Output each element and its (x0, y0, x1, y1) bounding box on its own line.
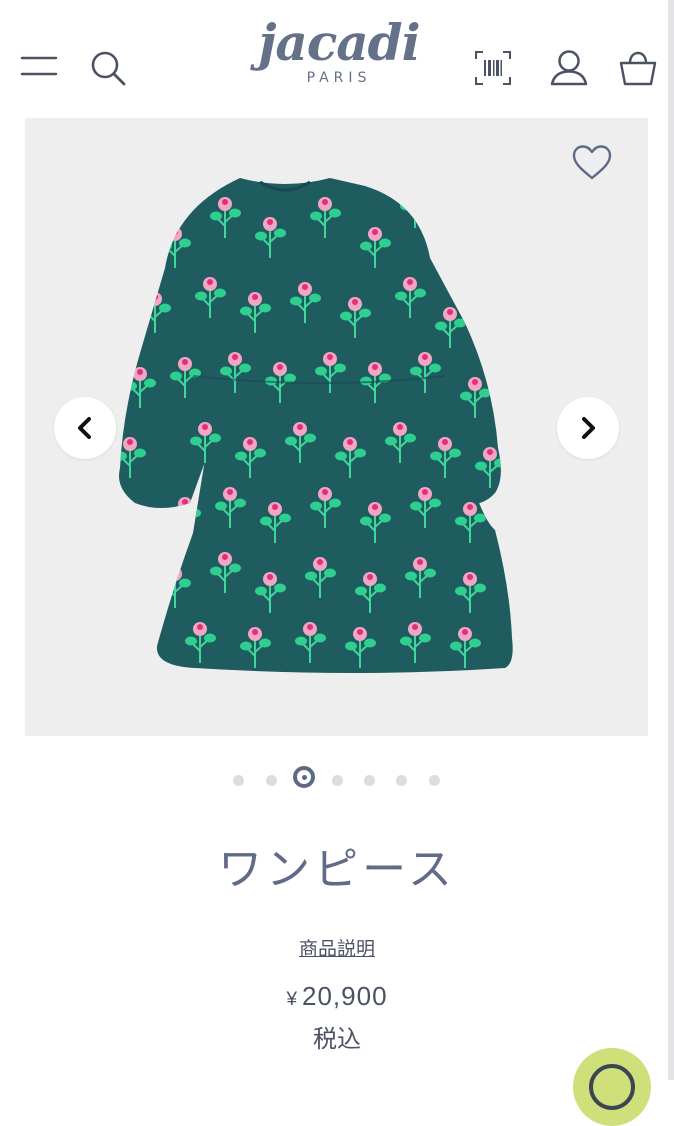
product-description-link[interactable]: 商品説明 (0, 936, 674, 964)
barcode-scan-icon[interactable] (474, 50, 512, 86)
currency-symbol: ¥ (286, 989, 299, 1010)
chevron-right-icon (582, 417, 595, 439)
pagination-dot[interactable] (364, 775, 375, 786)
favorite-button[interactable] (571, 144, 613, 187)
site-header: jacadi PARIS (0, 0, 674, 118)
chat-button[interactable] (573, 1048, 651, 1126)
tax-note: 税込 (313, 1026, 361, 1053)
gallery-pagination (0, 765, 674, 795)
chevron-left-icon (78, 417, 91, 439)
product-image (119, 178, 513, 673)
logo-subtitle: PARIS (306, 70, 372, 86)
page-edge (668, 0, 674, 1080)
previous-image-button[interactable] (54, 397, 116, 459)
price-amount: 20,900 (302, 981, 388, 1011)
account-icon[interactable] (549, 48, 589, 88)
chat-icon (589, 1064, 635, 1110)
cart-icon[interactable] (618, 48, 658, 88)
brand-logo[interactable]: jacadi PARIS (244, 13, 434, 87)
menu-icon[interactable] (20, 53, 58, 79)
pagination-dot[interactable] (233, 775, 244, 786)
product-title: ワンピース (218, 845, 456, 894)
logo-wordmark: jacadi (258, 13, 420, 72)
search-icon[interactable] (89, 50, 129, 88)
next-image-button[interactable] (557, 397, 619, 459)
product-gallery[interactable] (25, 118, 648, 736)
pagination-dot-active[interactable] (293, 766, 315, 788)
heart-icon (572, 145, 612, 180)
pagination-dot[interactable] (396, 775, 407, 786)
pagination-dot[interactable] (266, 775, 277, 786)
pagination-dot[interactable] (332, 775, 343, 786)
product-price: ¥20,900 (0, 980, 674, 1016)
pagination-dot[interactable] (429, 775, 440, 786)
